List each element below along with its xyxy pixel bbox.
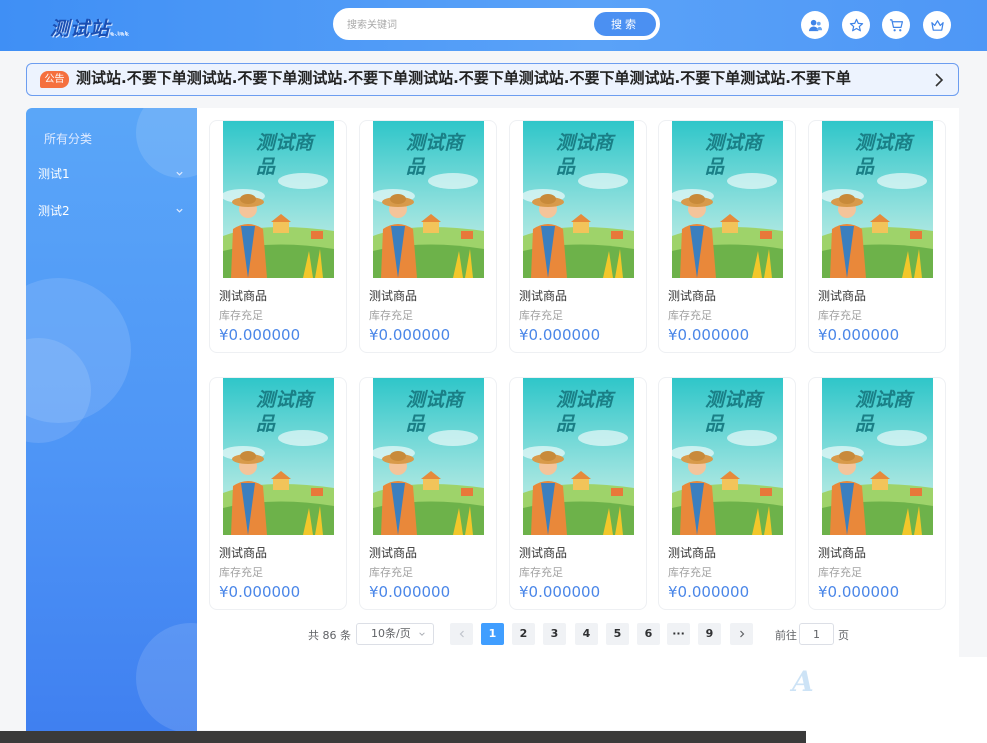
page-button-3[interactable]: 3 xyxy=(543,623,566,645)
crown-icon[interactable] xyxy=(923,11,951,39)
user-group-icon[interactable] xyxy=(801,11,829,39)
product-card[interactable]: 测试商品 测试商品 库存充足 ¥0.000000 xyxy=(658,377,796,610)
product-name[interactable]: 测试商品 xyxy=(818,544,866,561)
product-name[interactable]: 测试商品 xyxy=(369,544,417,561)
product-stock: 库存充足 xyxy=(818,309,862,322)
product-stock: 库存充足 xyxy=(519,566,563,579)
watermark-logo: A xyxy=(792,665,814,698)
notice-badge: 公告 xyxy=(40,71,69,88)
thumbnail-title: 测试商品 xyxy=(406,389,464,435)
prev-page-button[interactable] xyxy=(450,623,473,645)
logo-text: 测试站 xyxy=(50,18,111,40)
product-name[interactable]: 测试商品 xyxy=(219,544,267,561)
product-card[interactable]: 测试商品 测试商品 库存充足 ¥0.000000 xyxy=(509,120,647,353)
product-card[interactable]: 测试商品 测试商品 库存充足 ¥0.000000 xyxy=(509,377,647,610)
product-price: ¥0.000000 xyxy=(818,326,900,344)
cart-icon[interactable] xyxy=(882,11,910,39)
chevron-down-icon xyxy=(176,171,183,176)
product-stock: 库存充足 xyxy=(219,566,263,579)
product-price: ¥0.000000 xyxy=(219,583,301,601)
product-stock: 库存充足 xyxy=(219,309,263,322)
product-stock: 库存充足 xyxy=(668,309,712,322)
thumbnail-title: 测试商品 xyxy=(705,389,763,435)
product-price: ¥0.000000 xyxy=(668,326,750,344)
product-card[interactable]: 测试商品 测试商品 库存充足 ¥0.000000 xyxy=(658,120,796,353)
site-logo[interactable]: 测试站e.ink xyxy=(50,14,129,41)
product-stock: 库存充足 xyxy=(818,566,862,579)
product-card[interactable]: 测试商品 测试商品 库存充足 ¥0.000000 xyxy=(808,120,946,353)
goto-label: 前往 xyxy=(775,629,797,642)
notice-text: 测试站.不要下单测试站.不要下单测试站.不要下单测试站.不要下单测试站.不要下单… xyxy=(76,69,851,87)
sidebar-item-label: 测试1 xyxy=(38,167,70,181)
page-size-value: 10条/页 xyxy=(371,627,411,640)
chevron-right-icon xyxy=(739,630,744,638)
page-button-1[interactable]: 1 xyxy=(481,623,504,645)
thumbnail-title: 测试商品 xyxy=(855,389,913,435)
product-card[interactable]: 测试商品 测试商品 库存充足 ¥0.000000 xyxy=(808,377,946,610)
product-stock: 库存充足 xyxy=(668,566,712,579)
page-button-2[interactable]: 2 xyxy=(512,623,535,645)
product-name[interactable]: 测试商品 xyxy=(519,287,567,304)
thumbnail-title: 测试商品 xyxy=(256,132,314,178)
corner-overlay xyxy=(806,657,987,743)
page-button-6[interactable]: 6 xyxy=(637,623,660,645)
thumbnail-title: 测试商品 xyxy=(406,132,464,178)
pagination-total: 共 86 条 xyxy=(308,629,351,642)
product-stock: 库存充足 xyxy=(519,309,563,322)
thumbnail-title: 测试商品 xyxy=(556,389,614,435)
product-price: ¥0.000000 xyxy=(668,583,750,601)
decor-bubble xyxy=(136,623,197,733)
category-sidebar: 所有分类 测试1 测试2 xyxy=(26,108,197,743)
logo-sub: e.ink xyxy=(110,31,129,37)
chevron-left-icon xyxy=(459,630,464,638)
product-name[interactable]: 测试商品 xyxy=(818,287,866,304)
product-price: ¥0.000000 xyxy=(818,583,900,601)
star-icon[interactable] xyxy=(842,11,870,39)
product-price: ¥0.000000 xyxy=(369,326,451,344)
page-button-4[interactable]: 4 xyxy=(575,623,598,645)
page-ellipsis-button[interactable]: ··· xyxy=(667,623,690,645)
goto-page-input[interactable] xyxy=(799,623,834,645)
sidebar-item-test2[interactable]: 测试2 xyxy=(38,202,188,222)
search-bar: 搜索 xyxy=(333,8,660,40)
notice-bar[interactable]: 公告 测试站.不要下单测试站.不要下单测试站.不要下单测试站.不要下单测试站.不… xyxy=(26,63,959,96)
goto-unit: 页 xyxy=(838,629,849,642)
page-size-select[interactable]: 10条/页 xyxy=(356,623,434,645)
chevron-right-icon[interactable] xyxy=(932,71,946,89)
product-name[interactable]: 测试商品 xyxy=(668,544,716,561)
product-price: ¥0.000000 xyxy=(369,583,451,601)
product-name[interactable]: 测试商品 xyxy=(369,287,417,304)
next-page-button[interactable] xyxy=(730,623,753,645)
product-name[interactable]: 测试商品 xyxy=(668,287,716,304)
chevron-down-icon xyxy=(176,208,183,213)
thumbnail-title: 测试商品 xyxy=(705,132,763,178)
page-button-9[interactable]: 9 xyxy=(698,623,721,645)
product-price: ¥0.000000 xyxy=(219,326,301,344)
category-title: 所有分类 xyxy=(44,132,93,146)
chevron-down-icon xyxy=(419,632,425,636)
product-price: ¥0.000000 xyxy=(519,583,601,601)
page-button-5[interactable]: 5 xyxy=(606,623,629,645)
search-button[interactable]: 搜索 xyxy=(594,12,656,36)
product-card[interactable]: 测试商品 测试商品 库存充足 ¥0.000000 xyxy=(359,120,497,353)
product-name[interactable]: 测试商品 xyxy=(219,287,267,304)
product-card[interactable]: 测试商品 测试商品 库存充足 ¥0.000000 xyxy=(209,120,347,353)
product-stock: 库存充足 xyxy=(369,309,413,322)
thumbnail-title: 测试商品 xyxy=(556,132,614,178)
thumbnail-title: 测试商品 xyxy=(256,389,314,435)
product-name[interactable]: 测试商品 xyxy=(519,544,567,561)
search-input[interactable] xyxy=(347,16,587,34)
product-price: ¥0.000000 xyxy=(519,326,601,344)
sidebar-item-label: 测试2 xyxy=(38,204,70,218)
product-card[interactable]: 测试商品 测试商品 库存充足 ¥0.000000 xyxy=(209,377,347,610)
bottom-bar xyxy=(0,731,806,743)
sidebar-item-test1[interactable]: 测试1 xyxy=(38,165,188,185)
product-card[interactable]: 测试商品 测试商品 库存充足 ¥0.000000 xyxy=(359,377,497,610)
product-stock: 库存充足 xyxy=(369,566,413,579)
top-header: 测试站e.ink 搜索 xyxy=(0,0,987,51)
thumbnail-title: 测试商品 xyxy=(855,132,913,178)
